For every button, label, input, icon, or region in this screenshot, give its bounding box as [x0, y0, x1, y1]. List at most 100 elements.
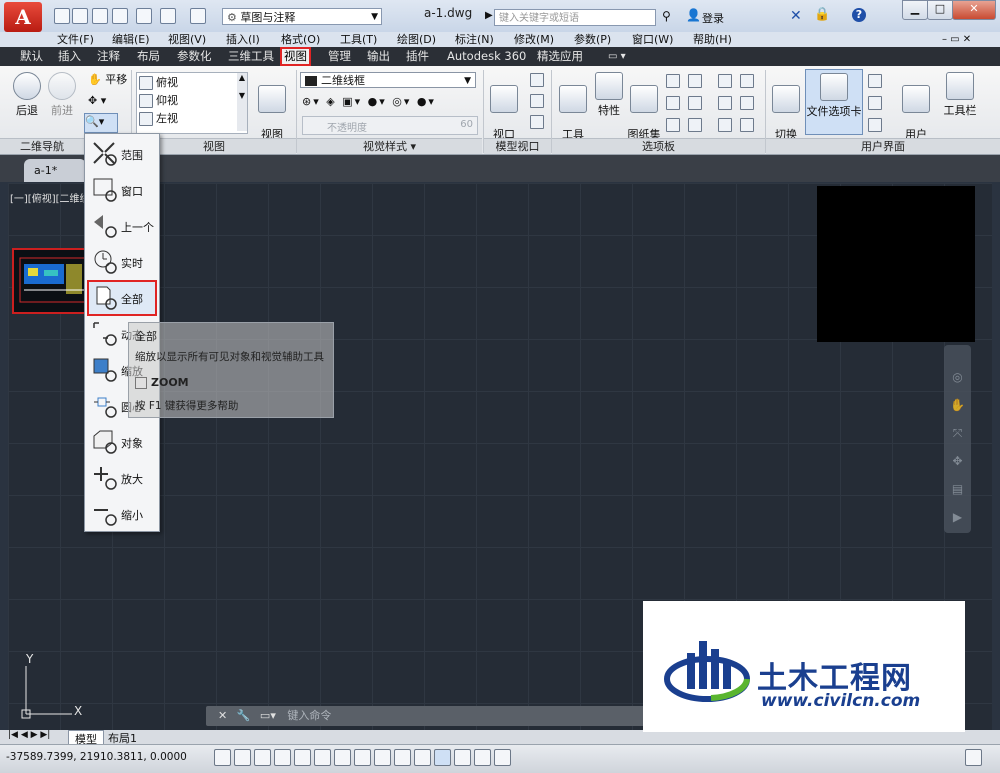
- visual-style-tools[interactable]: ⊛▾ ◈ ▣▾ ●▾ ◎▾ ●▾: [302, 94, 436, 110]
- ortho-icon[interactable]: [274, 749, 291, 766]
- chevron-right-icon[interactable]: ▶: [485, 10, 493, 21]
- palette-icon[interactable]: [666, 74, 680, 88]
- ducs-icon[interactable]: [374, 749, 391, 766]
- palette-icon[interactable]: [666, 118, 680, 132]
- zoom-extents[interactable]: 范围: [89, 138, 155, 170]
- tab-annotate[interactable]: 注释: [97, 47, 120, 66]
- opacity-slider[interactable]: 不透明度 60: [302, 116, 478, 135]
- tab-autodesk-360[interactable]: Autodesk 360: [447, 47, 526, 66]
- menu-parametric[interactable]: 参数(P): [574, 32, 611, 47]
- coordinate-readout[interactable]: -37589.7399, 21910.3811, 0.0000: [6, 751, 187, 763]
- zoom-object[interactable]: 对象: [89, 426, 155, 458]
- infer-constraints-icon[interactable]: [214, 749, 231, 766]
- tab-view[interactable]: 视图: [280, 47, 311, 66]
- wrench-icon[interactable]: 🔧: [237, 709, 251, 722]
- tab-plugins[interactable]: 插件: [406, 47, 429, 66]
- maximize-button[interactable]: □: [927, 0, 953, 20]
- layout-tabs-icon[interactable]: [868, 74, 882, 88]
- navigation-bar[interactable]: ◎ ✋ ⤧ ✥ ▤ ▶: [944, 345, 971, 533]
- palette-icon[interactable]: [688, 96, 702, 110]
- quick-properties-icon[interactable]: [454, 749, 471, 766]
- zoom-all[interactable]: 全部: [87, 280, 157, 316]
- user-icon[interactable]: 👤: [686, 8, 701, 22]
- menu-format[interactable]: 格式(O): [281, 32, 320, 47]
- palette-icon[interactable]: [718, 96, 732, 110]
- selection-cycling-icon[interactable]: [474, 749, 491, 766]
- help-icon[interactable]: ?: [852, 8, 866, 22]
- close-button[interactable]: ✕: [952, 0, 996, 20]
- minimize-button[interactable]: ▁: [902, 0, 928, 20]
- cascade-icon[interactable]: [868, 118, 882, 132]
- command-input[interactable]: 键入命令: [287, 709, 331, 722]
- pan-button[interactable]: ✋ 平移: [88, 72, 127, 88]
- transparency-icon[interactable]: [434, 749, 451, 766]
- osnap-icon[interactable]: [314, 749, 331, 766]
- toolbars-button[interactable]: 工具栏: [940, 72, 980, 118]
- tab-default[interactable]: 默认: [20, 47, 43, 66]
- grid-icon[interactable]: [254, 749, 271, 766]
- close-icon[interactable]: ✕: [218, 709, 227, 722]
- snap-icon[interactable]: [234, 749, 251, 766]
- tab-featured-apps[interactable]: 精选应用: [537, 47, 583, 66]
- clean-screen-icon[interactable]: [965, 749, 982, 766]
- save-icon[interactable]: [92, 8, 108, 24]
- menu-draw[interactable]: 绘图(D): [397, 32, 436, 47]
- menu-modify[interactable]: 修改(M): [514, 32, 554, 47]
- menu-file[interactable]: 文件(F): [57, 32, 94, 47]
- tab-parametric[interactable]: 参数化: [177, 47, 212, 66]
- search-input[interactable]: 键入关键字或短语: [494, 9, 656, 26]
- redo-icon[interactable]: [190, 8, 206, 24]
- view-top[interactable]: 俯视: [139, 75, 178, 91]
- layout-nav-icons[interactable]: |◀ ◀ ▶ ▶|: [8, 730, 50, 740]
- zoom-out[interactable]: 缩小: [89, 498, 155, 530]
- undo-icon[interactable]: [160, 8, 176, 24]
- palette-icon[interactable]: [740, 96, 754, 110]
- palette-icon[interactable]: [740, 118, 754, 132]
- otrack-icon[interactable]: [354, 749, 371, 766]
- polar-icon[interactable]: [294, 749, 311, 766]
- file-tabs-button[interactable]: 文件选项卡: [805, 69, 863, 135]
- viewport-clip[interactable]: [530, 114, 547, 130]
- print-icon[interactable]: [136, 8, 152, 24]
- menu-view[interactable]: 视图(V): [168, 32, 206, 47]
- zoom-realtime[interactable]: 实时: [89, 246, 155, 278]
- palette-icon[interactable]: [718, 74, 732, 88]
- tab-manage[interactable]: 管理: [328, 47, 351, 66]
- palette-icon[interactable]: [718, 118, 732, 132]
- ribbon-minimize-icon[interactable]: ▭ ▾: [608, 47, 626, 66]
- 3d-osnap-icon[interactable]: [334, 749, 351, 766]
- menu-insert[interactable]: 插入(I): [226, 32, 260, 47]
- visual-style-combo[interactable]: 二维线框 ▼: [300, 72, 476, 88]
- orbit-button[interactable]: ✥ ▾: [88, 93, 106, 109]
- palette-icon[interactable]: [688, 118, 702, 132]
- palette-icon[interactable]: [740, 74, 754, 88]
- view-bottom[interactable]: 仰视: [139, 93, 178, 109]
- exchange-icon[interactable]: ✕: [790, 8, 802, 24]
- open-file-icon[interactable]: [72, 8, 88, 24]
- menu-window[interactable]: 窗口(W): [632, 32, 673, 47]
- lock-icon[interactable]: 🔒: [814, 7, 830, 22]
- viewport-join[interactable]: [530, 93, 547, 109]
- properties-button[interactable]: 特性: [594, 72, 624, 118]
- zoom-window[interactable]: 窗口: [89, 174, 155, 206]
- back-button[interactable]: 后退: [12, 72, 42, 118]
- palette-icon[interactable]: [666, 96, 680, 110]
- zoom-dropdown-button[interactable]: 🔍▾: [84, 113, 118, 133]
- menu-dimension[interactable]: 标注(N): [455, 32, 494, 47]
- annotation-monitor-icon[interactable]: [494, 749, 511, 766]
- tab-output[interactable]: 输出: [367, 47, 390, 66]
- document-tab[interactable]: a-1*: [24, 159, 86, 182]
- tab-layout[interactable]: 布局: [137, 47, 160, 66]
- views-scrollbar[interactable]: ▲ ▼: [237, 73, 247, 131]
- tab-3d-tools[interactable]: 三维工具: [228, 47, 274, 66]
- tile-icon[interactable]: [868, 96, 882, 110]
- doc-window-controls[interactable]: – ▭ ✕: [942, 32, 971, 47]
- application-menu-button[interactable]: A: [4, 2, 42, 32]
- workspace-combo[interactable]: ⚙ 草图与注释 ▼: [222, 8, 382, 25]
- menu-edit[interactable]: 编辑(E): [112, 32, 150, 47]
- menu-help[interactable]: 帮助(H): [693, 32, 732, 47]
- view-left[interactable]: 左视: [139, 111, 178, 127]
- dyn-icon[interactable]: [394, 749, 411, 766]
- save-as-icon[interactable]: [112, 8, 128, 24]
- command-prompt-icon[interactable]: ▭▾: [260, 709, 276, 722]
